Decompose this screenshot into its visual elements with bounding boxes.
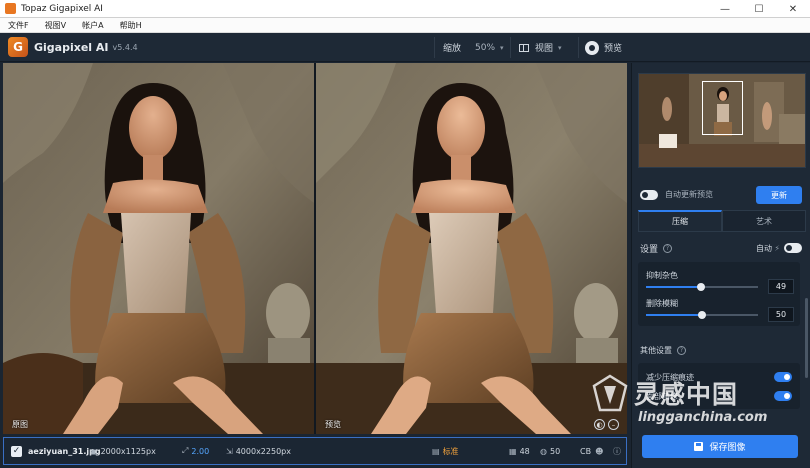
output-size: ⇲ 4000x2250px: [226, 446, 291, 456]
image-status-bar[interactable]: ✓ aeziyuan_31.jpg ▣ 2000x1125px ⤢ 2.00 ⇲…: [3, 437, 627, 465]
blur-icon: ◍: [540, 446, 547, 456]
output-size-icon: ⇲: [226, 446, 233, 456]
preview-label: 预览: [604, 44, 623, 54]
remove-blur-slider[interactable]: [646, 311, 758, 319]
chevron-down-icon: ▾: [558, 43, 562, 52]
remove-blur-value[interactable]: 50: [768, 307, 794, 322]
remove-blur-fill: [646, 314, 702, 316]
slider-card: 抑制杂色 49 删除模糊 50: [638, 262, 800, 326]
window-title: Topaz Gigapixel AI: [21, 3, 103, 14]
other-settings-header: 其他设置 ?: [640, 345, 686, 356]
tab-art[interactable]: 艺术: [722, 210, 806, 232]
fit-icon[interactable]: –: [608, 419, 619, 430]
window-titlebar: Topaz Gigapixel AI — ☐ ✕: [0, 0, 810, 18]
save-image-button[interactable]: 保存图像: [642, 435, 798, 458]
image-checkbox[interactable]: ✓: [11, 445, 22, 457]
app-version: v5.4.4: [112, 42, 138, 52]
menu-account[interactable]: 帐户A: [74, 20, 111, 31]
window-controls: — ☐ ✕: [708, 0, 810, 18]
navigator-thumbnail[interactable]: [638, 73, 806, 168]
other-settings-label: 其他设置: [640, 346, 672, 355]
navigator-viewport-frame[interactable]: [702, 81, 743, 135]
remove-blur-label: 删除模糊: [646, 299, 678, 308]
preview-button[interactable]: 预览: [578, 37, 630, 58]
view-dropdown[interactable]: 视图 ▾: [510, 37, 572, 58]
view-label: 视图: [535, 44, 554, 54]
gigapixel-logo-icon: G: [8, 37, 28, 57]
auto-update-preview[interactable]: 自动更新预览: [640, 189, 713, 200]
tab-compressed[interactable]: 压缩: [638, 210, 722, 232]
reduce-compression-toggle[interactable]: [774, 372, 792, 382]
mode-icon: ▤: [432, 446, 440, 456]
compare-icon[interactable]: ◐: [594, 419, 605, 430]
preview-photo: [316, 63, 627, 434]
preview-label: 预览: [325, 420, 341, 429]
zoom-label: 缩放: [443, 44, 462, 54]
zoom-value: 50%: [475, 42, 496, 53]
scale-icon: ⤢: [182, 446, 189, 455]
minimize-button[interactable]: —: [708, 0, 742, 18]
noise-icon: ▦: [509, 446, 517, 456]
save-image-label: 保存图像: [709, 443, 746, 453]
remove-blur-knob[interactable]: [698, 311, 706, 319]
reduce-compression-label: 减少压缩痕迹: [646, 373, 694, 382]
menu-view[interactable]: 视图V: [37, 20, 74, 31]
compression-readout: CB ☻: [580, 446, 604, 456]
app-icon: [5, 3, 16, 14]
maximize-button[interactable]: ☐: [742, 0, 776, 18]
suppress-noise-label: 抑制杂色: [646, 271, 678, 280]
preview-image-pane[interactable]: 预览 ◐ –: [316, 63, 627, 434]
suppress-noise-value[interactable]: 49: [768, 279, 794, 294]
file-size-icon: ▣: [90, 446, 98, 456]
suppress-noise-knob[interactable]: [696, 283, 705, 291]
update-button[interactable]: 更新: [756, 186, 802, 204]
noise-readout: ▦ 48: [509, 446, 530, 456]
sidebar-scrollbar[interactable]: [805, 298, 808, 378]
original-image-pane[interactable]: 原图: [3, 63, 314, 434]
pane-controls: ◐ –: [594, 419, 619, 430]
auto-label: 自动: [756, 243, 772, 253]
menu-bar: 文件F 视图V 帐户A 帮助H: [0, 18, 810, 33]
app-name: Gigapixel AI: [34, 40, 109, 54]
view-split-icon: [519, 43, 529, 52]
status-help[interactable]: ⓘ: [613, 446, 624, 457]
model-tabs: 压缩 艺术: [638, 210, 806, 232]
help-icon[interactable]: ?: [677, 346, 686, 355]
original-label: 原图: [12, 420, 28, 429]
other-settings-card: 减少压缩痕迹 面部精修: [638, 363, 800, 409]
model-mode: ▤ 标准: [432, 446, 459, 456]
info-icon: ⓘ: [613, 446, 621, 456]
eye-icon: [585, 40, 599, 55]
auto-update-toggle[interactable]: [640, 189, 658, 200]
menu-file[interactable]: 文件F: [0, 20, 37, 31]
zoom-dropdown[interactable]: 缩放 50% ▾: [434, 37, 506, 58]
face-refine-label: 面部精修: [646, 392, 678, 401]
blur-readout: ◍ 50: [540, 446, 561, 456]
auto-update-label: 自动更新预览: [665, 190, 713, 199]
save-icon: [694, 442, 704, 451]
input-size: ▣ 2000x1125px: [90, 446, 156, 456]
suppress-noise-slider[interactable]: [646, 283, 758, 291]
auto-settings-toggle[interactable]: [784, 243, 802, 253]
chevron-down-icon: ▾: [500, 43, 504, 52]
settings-sidebar: 自动更新预览 更新 压缩 艺术 设置 ? 自动 ⚡ 抑制杂色 49 删除模糊 5…: [631, 63, 810, 468]
scale-factor: ⤢ 2.00: [182, 446, 210, 456]
suppress-noise-fill: [646, 286, 701, 288]
close-button[interactable]: ✕: [776, 0, 810, 18]
app-toolbar: G Gigapixel AI v5.4.4 缩放 50% ▾ 视图 ▾ 预览: [0, 33, 810, 62]
lightning-icon: ⚡: [774, 243, 780, 253]
help-icon[interactable]: ?: [663, 243, 673, 253]
original-photo: [3, 63, 314, 434]
menu-help[interactable]: 帮助H: [112, 20, 150, 31]
face-refine-toggle[interactable]: [774, 391, 792, 401]
settings-label: 设置: [640, 244, 659, 255]
settings-header: 设置 ? 自动 ⚡: [640, 240, 802, 256]
face-icon: ☻: [595, 446, 604, 456]
